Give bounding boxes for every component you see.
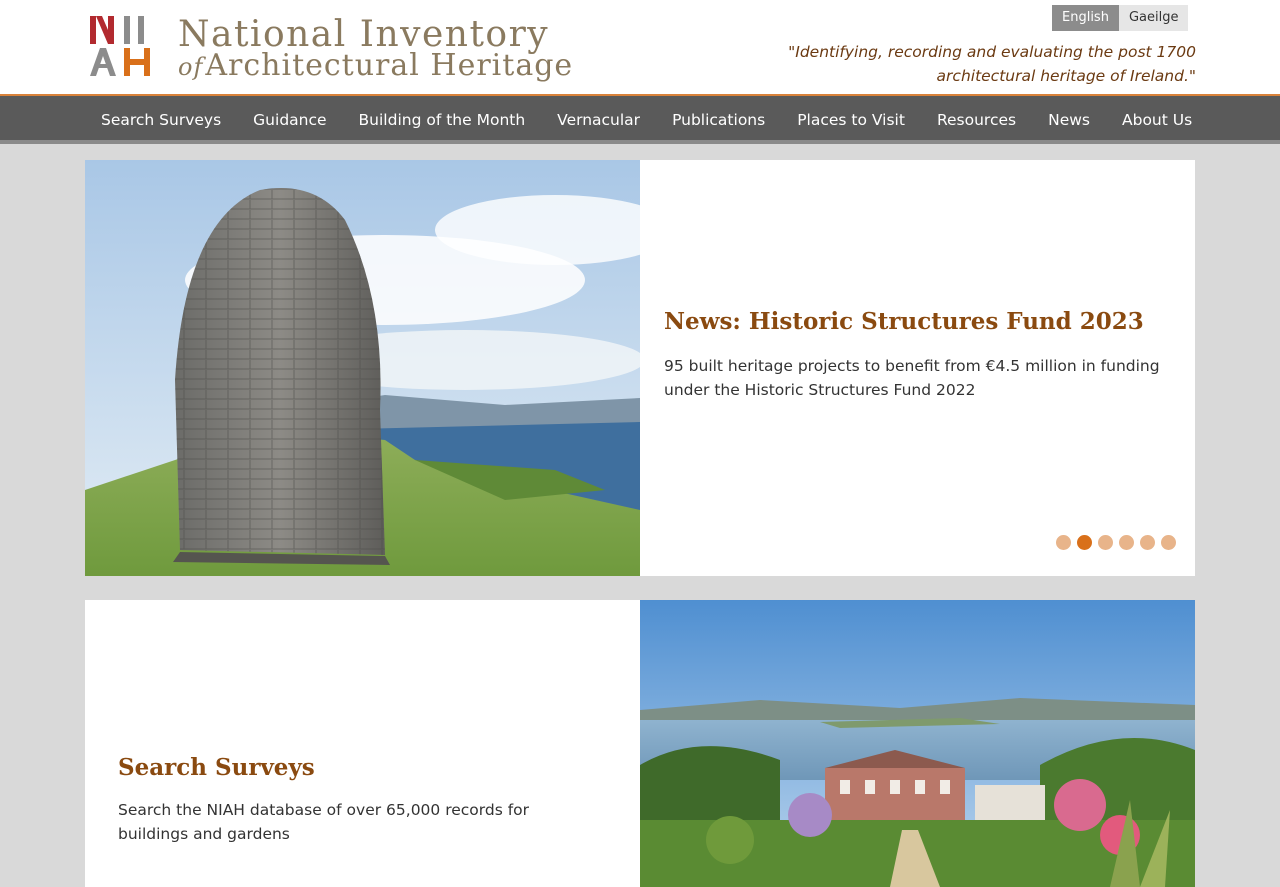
hero-image[interactable] — [85, 160, 640, 576]
main-navigation: Search Surveys Guidance Building of the … — [0, 96, 1280, 140]
site-header: National Inventory ofArchitectural Herit… — [0, 0, 1280, 94]
slider-dot-1[interactable] — [1056, 535, 1071, 550]
nav-vernacular[interactable]: Vernacular — [541, 96, 656, 140]
site-tagline: "Identifying, recording and evaluating t… — [788, 43, 1196, 85]
logo-subtitle-text: Architectural Heritage — [205, 48, 574, 83]
site-logo[interactable]: National Inventory ofArchitectural Herit… — [88, 14, 633, 86]
nav-guidance[interactable]: Guidance — [237, 96, 342, 140]
nav-search-surveys[interactable]: Search Surveys — [85, 96, 237, 140]
nav-about-us[interactable]: About Us — [1106, 96, 1208, 140]
country-house-image — [640, 600, 1195, 887]
slider-dot-4[interactable] — [1119, 535, 1134, 550]
hero-text-panel: News: Historic Structures Fund 2023 95 b… — [640, 160, 1195, 576]
beehive-hut-image — [85, 160, 640, 576]
logo-subtitle: ofArchitectural Heritage — [178, 48, 573, 83]
slider-dot-2[interactable] — [1077, 535, 1092, 550]
hero-slider: News: Historic Structures Fund 2023 95 b… — [85, 160, 1195, 576]
nav-publications[interactable]: Publications — [656, 96, 781, 140]
search-surveys-text-panel: Search Surveys Search the NIAH database … — [85, 600, 640, 887]
slider-dots — [1056, 535, 1176, 550]
niah-logo-mark — [90, 16, 150, 76]
slider-dot-3[interactable] — [1098, 535, 1113, 550]
nav-news[interactable]: News — [1032, 96, 1106, 140]
search-surveys-title[interactable]: Search Surveys — [118, 754, 315, 781]
nav-places-to-visit[interactable]: Places to Visit — [781, 96, 921, 140]
language-english[interactable]: English — [1052, 5, 1119, 31]
slider-dot-6[interactable] — [1161, 535, 1176, 550]
search-surveys-card: Search Surveys Search the NIAH database … — [85, 600, 1195, 887]
nav-building-of-the-month[interactable]: Building of the Month — [343, 96, 542, 140]
hero-title[interactable]: News: Historic Structures Fund 2023 — [664, 308, 1144, 335]
logo-of: of — [178, 53, 204, 81]
language-switcher: English Gaeilge — [1052, 5, 1189, 31]
language-gaeilge[interactable]: Gaeilge — [1118, 5, 1189, 31]
slider-dot-5[interactable] — [1140, 535, 1155, 550]
hero-description: 95 built heritage projects to benefit fr… — [664, 357, 1160, 399]
nav-bottom-border — [0, 140, 1280, 144]
search-surveys-description: Search the NIAH database of over 65,000 … — [118, 801, 530, 843]
nav-resources[interactable]: Resources — [921, 96, 1032, 140]
search-surveys-image[interactable] — [640, 600, 1195, 887]
